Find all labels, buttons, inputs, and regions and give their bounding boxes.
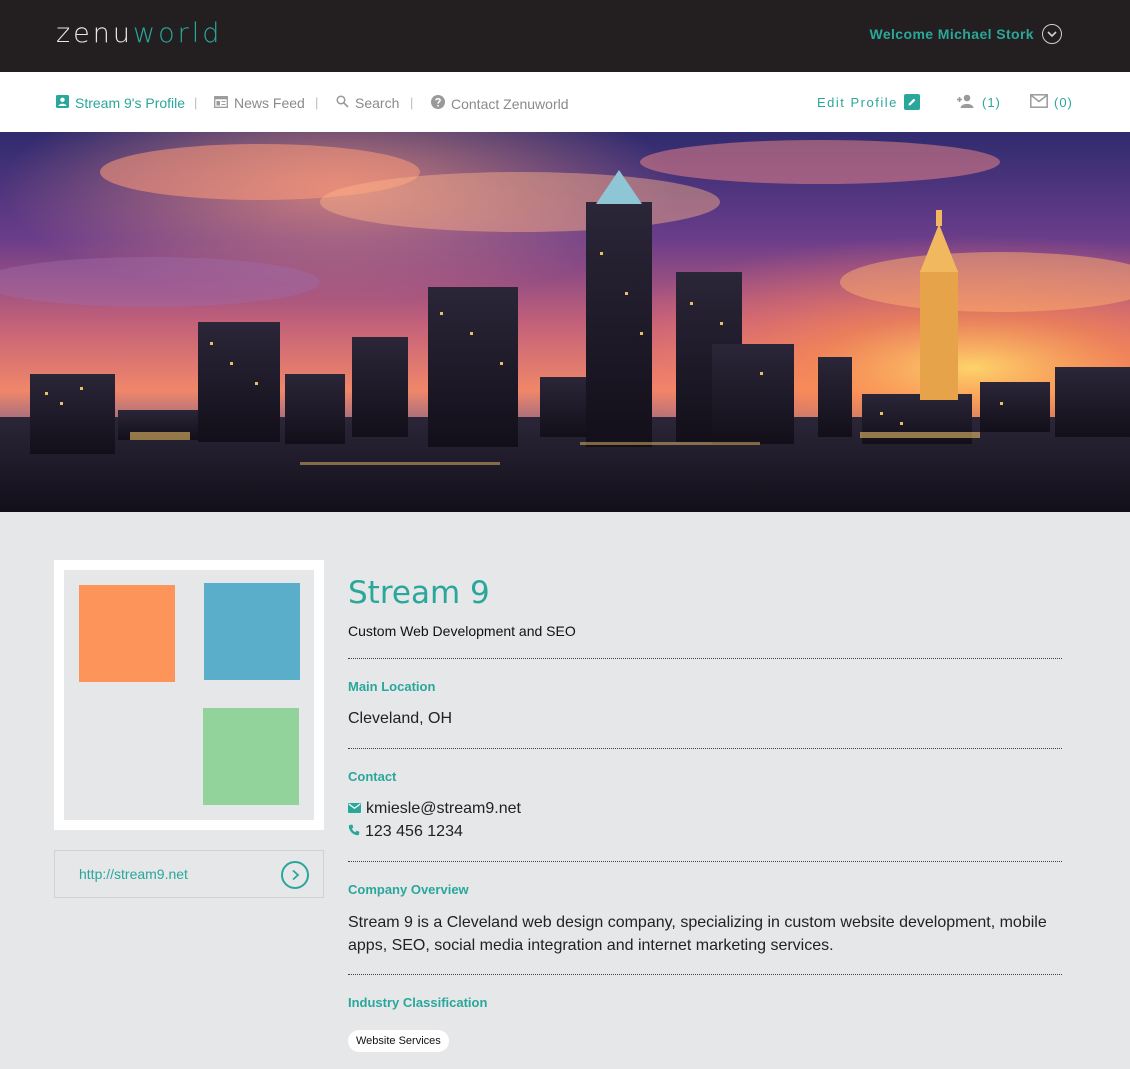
user-menu[interactable]: Welcome Michael Stork — [869, 24, 1062, 44]
help-icon — [431, 95, 445, 112]
nav-item-contact[interactable]: Contact Zenuworld — [431, 95, 569, 112]
nav-bar: Stream 9's Profile | News Feed | Search … — [0, 72, 1130, 132]
divider — [348, 861, 1062, 862]
nav-item-profile[interactable]: Stream 9's Profile — [56, 95, 185, 111]
messages-count: (0) — [1054, 95, 1073, 110]
nav-item-label: Stream 9's Profile — [75, 95, 186, 111]
top-header: zenuworld Welcome Michael Stork — [0, 0, 1130, 72]
search-icon — [336, 95, 349, 111]
edit-profile-label: Edit Profile — [817, 94, 898, 110]
logo-text-world: world — [133, 18, 223, 49]
logo-square-blue — [204, 583, 300, 680]
nav-item-search[interactable]: Search — [336, 95, 399, 111]
divider — [348, 974, 1062, 975]
nav-item-news-feed[interactable]: News Feed — [214, 95, 305, 111]
company-tagline: Custom Web Development and SEO — [348, 623, 576, 639]
contact-label: Contact — [348, 769, 397, 784]
contact-email[interactable]: kmiesle@stream9.net — [348, 800, 521, 818]
industry-tag[interactable]: Website Services — [348, 1030, 449, 1052]
nav-separator: | — [194, 95, 198, 110]
connections-count: (1) — [982, 95, 1001, 110]
phone-value: 123 456 1234 — [365, 823, 463, 840]
contact-phone[interactable]: 123 456 1234 — [348, 823, 463, 841]
divider — [348, 658, 1062, 659]
divider — [348, 748, 1062, 749]
news-feed-icon — [214, 95, 228, 111]
email-icon — [348, 800, 361, 818]
logo-text-zenu: zenu — [56, 18, 134, 49]
email-value: kmiesle@stream9.net — [366, 800, 521, 817]
website-url: http://stream9.net — [79, 866, 188, 882]
add-person-icon — [956, 94, 976, 111]
company-logo-card — [54, 560, 324, 830]
company-name: Stream 9 — [348, 575, 490, 611]
chevron-down-icon[interactable] — [1042, 24, 1062, 44]
company-overview-label: Company Overview — [348, 882, 469, 897]
zenuworld-logo[interactable]: zenuworld — [56, 18, 222, 49]
company-logo — [64, 570, 314, 820]
nav-item-label: Contact Zenuworld — [451, 95, 569, 112]
nav-separator: | — [315, 95, 319, 110]
industry-classification-label: Industry Classification — [348, 995, 488, 1010]
logo-square-orange — [79, 585, 175, 682]
main-location-value: Cleveland, OH — [348, 710, 453, 727]
main-location-label: Main Location — [348, 679, 436, 694]
messages-button[interactable]: (0) — [1030, 94, 1073, 111]
company-overview-text: Stream 9 is a Cleveland web design compa… — [348, 914, 1047, 954]
nav-item-label: News Feed — [234, 95, 305, 111]
logo-square-green — [203, 708, 299, 805]
profile-icon — [56, 95, 69, 111]
pencil-icon — [903, 94, 920, 110]
edit-profile-button[interactable]: Edit Profile — [817, 94, 920, 110]
phone-icon — [348, 823, 360, 841]
chevron-right-icon[interactable] — [281, 861, 309, 889]
nav-separator: | — [410, 95, 414, 110]
nav-item-label: Search — [355, 95, 400, 111]
website-link[interactable]: http://stream9.net — [54, 850, 324, 898]
welcome-text: Welcome Michael Stork — [869, 26, 1034, 42]
connections-button[interactable]: (1) — [956, 94, 1001, 111]
mail-icon — [1030, 94, 1048, 111]
cover-banner-image — [0, 132, 1130, 512]
